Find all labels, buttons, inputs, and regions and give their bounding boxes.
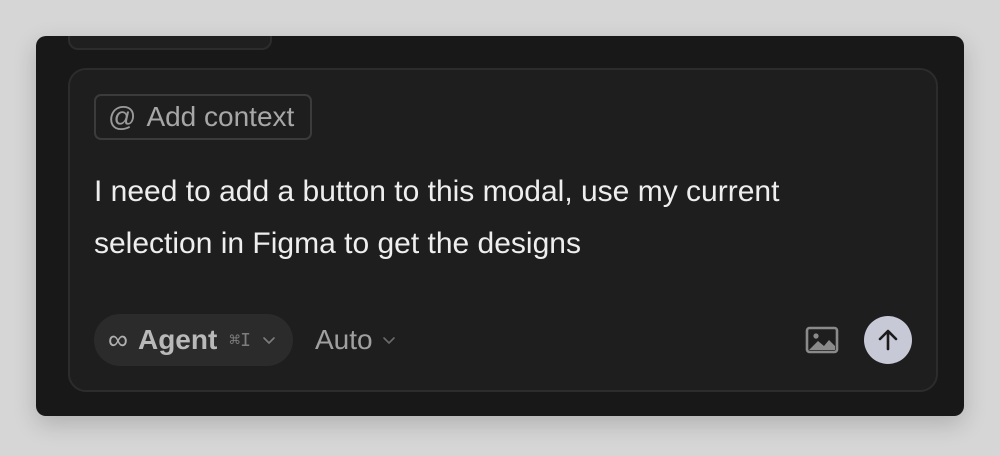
arrow-up-icon [878,329,898,351]
at-icon: @ [108,101,137,132]
model-selector[interactable]: Auto [315,324,397,356]
infinity-icon: ∞ [108,324,128,355]
mode-shortcut: ⌘I [229,329,251,351]
chevron-down-icon [382,337,395,344]
prompt-input[interactable]: I need to add a button to this modal, us… [94,166,874,270]
composer: @ Add context I need to add a button to … [68,68,938,392]
mode-selector[interactable]: ∞ Agent ⌘I [94,314,293,366]
mode-label: Agent [137,324,218,355]
send-button[interactable] [864,316,912,364]
attach-image-button[interactable] [802,320,842,360]
model-label: Auto [314,324,373,355]
previous-message-edge [68,36,272,50]
chat-panel: @ Add context I need to add a button to … [36,36,964,416]
add-context-label: Add context [146,101,295,132]
chevron-down-icon [263,337,275,344]
composer-footer: ∞ Agent ⌘I Auto [94,314,912,366]
add-context-button[interactable]: @ Add context [94,94,313,140]
image-icon [805,326,839,354]
